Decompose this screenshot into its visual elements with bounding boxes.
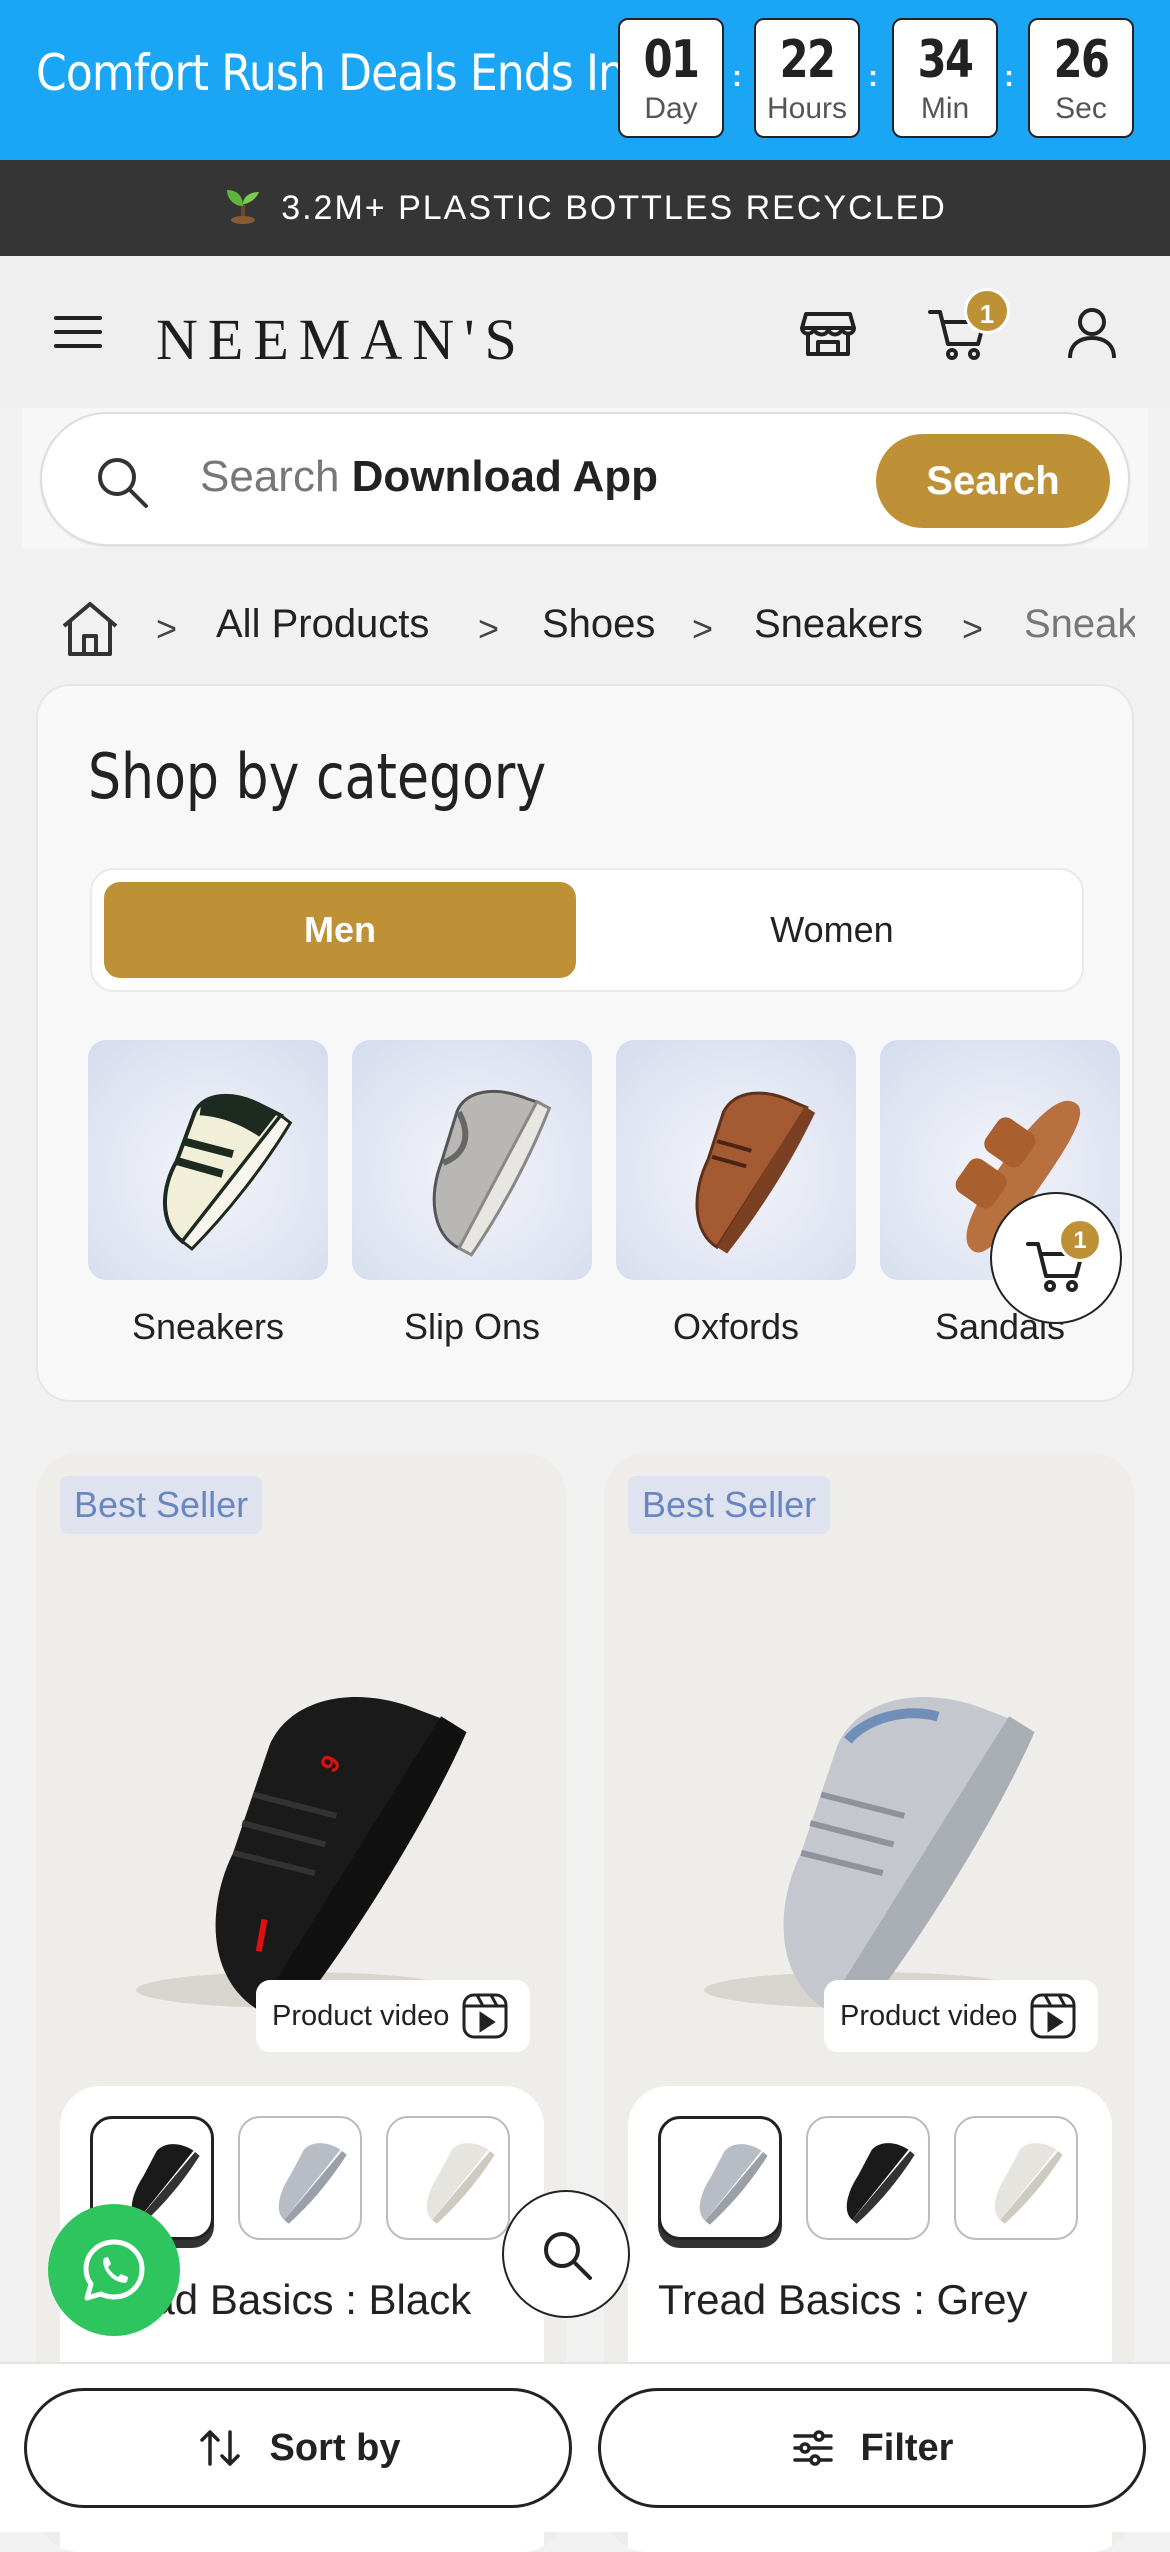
filter-icon (792, 2430, 833, 2466)
bottom-action-bar: Sort by Filter (0, 2362, 1170, 2532)
color-swatch-grey[interactable] (238, 2116, 362, 2240)
tab-men[interactable]: Men (104, 882, 576, 978)
play-video-icon (462, 1993, 508, 2039)
sneaker-image (88, 1040, 328, 1280)
countdown-separator: : (732, 60, 742, 93)
sort-button[interactable]: Sort by (24, 2388, 572, 2508)
countdown-seconds-value: 26 (1053, 30, 1110, 90)
category-label: Slip Ons (403, 1306, 541, 1347)
countdown-seconds-unit: Sec (1055, 92, 1107, 125)
breadcrumb-item-current: Sneakers (1024, 602, 1135, 646)
category-item-sneakers[interactable]: Sneakers (88, 1040, 328, 1348)
breadcrumb-separator: > (478, 608, 500, 649)
tab-women[interactable]: Women (592, 882, 1072, 978)
countdown-seconds: 26 Sec (1028, 18, 1134, 138)
best-seller-badge: Best Seller (628, 1476, 831, 1534)
category-item-oxfords[interactable]: Oxfords (616, 1040, 856, 1348)
eco-announcement: 3.2M+ PLASTIC BOTTLES RECYCLED (0, 160, 1170, 256)
site-header: NEEMAN'S 1 (0, 256, 1170, 408)
countdown-title: Comfort Rush Deals Ends In: (36, 44, 640, 102)
breadcrumb-separator: > (692, 608, 714, 649)
countdown-minutes-unit: Min (920, 92, 970, 125)
oxford-image (616, 1040, 856, 1280)
search-button[interactable]: Search (876, 434, 1110, 528)
play-video-icon (1030, 1993, 1076, 2039)
search-icon (92, 452, 152, 517)
menu-icon[interactable] (46, 300, 110, 364)
countdown-days-value: 01 (643, 30, 700, 90)
gender-toggle: Men Women (90, 868, 1084, 992)
breadcrumb-separator: > (156, 608, 178, 649)
countdown-hours-value: 22 (779, 30, 836, 90)
user-icon[interactable] (1060, 300, 1124, 364)
brand-logo[interactable]: NEEMAN'S (156, 306, 527, 373)
search-suggestion: Download App (351, 452, 658, 501)
home-icon[interactable] (58, 596, 122, 665)
whatsapp-icon (80, 2236, 148, 2309)
breadcrumb-item[interactable]: Shoes (542, 602, 655, 647)
floating-cart-button[interactable]: 1 (990, 1192, 1122, 1324)
countdown-days: 01 Day (618, 18, 724, 138)
whatsapp-button[interactable] (48, 2204, 180, 2336)
countdown-days-unit: Day (644, 92, 698, 125)
countdown-banner: Comfort Rush Deals Ends In: 01 Day : 22 … (0, 0, 1170, 160)
breadcrumb-item[interactable]: All Products (216, 602, 429, 647)
filter-label: Filter (860, 2426, 954, 2469)
sort-icon (199, 2430, 240, 2466)
floating-search-button[interactable] (502, 2190, 630, 2318)
sort-label: Sort by (269, 2426, 401, 2469)
best-seller-badge: Best Seller (60, 1476, 263, 1534)
product-video-button[interactable]: Product video (256, 1980, 530, 2052)
store-icon[interactable] (796, 300, 860, 364)
breadcrumb: > All Products > Shoes > Sneakers > Snea… (0, 572, 1135, 688)
breadcrumb-item[interactable]: Sneakers (754, 602, 923, 647)
sprout-icon (223, 184, 263, 233)
search-bar[interactable]: Search Download App Search (40, 412, 1130, 546)
breadcrumb-separator: > (962, 608, 984, 649)
search-section: Search Download App Search (22, 408, 1148, 548)
product-video-label: Product video (840, 1999, 1018, 2032)
category-section: Shop by category Men Women Sneakers Slip… (36, 684, 1134, 1402)
floating-cart-count: 1 (1058, 1218, 1102, 1262)
cart-count-badge: 1 (964, 288, 1010, 334)
search-icon (538, 2226, 596, 2289)
countdown-hours: 22 Hours (754, 18, 860, 138)
countdown-separator: : (1004, 60, 1014, 93)
category-label: Sneakers (131, 1306, 285, 1347)
countdown-minutes: 34 Min (892, 18, 998, 138)
color-swatch-white[interactable] (386, 2116, 510, 2240)
color-swatch-white[interactable] (954, 2116, 1078, 2240)
color-swatch-black[interactable] (806, 2116, 930, 2240)
product-video-label: Product video (272, 1999, 450, 2032)
search-placeholder: Search (200, 452, 340, 501)
filter-button[interactable]: Filter (598, 2388, 1146, 2508)
countdown-hours-unit: Hours (766, 92, 848, 125)
product-name[interactable]: Tread Basics : Grey (658, 2276, 1028, 2324)
color-swatch-grey[interactable] (658, 2116, 782, 2240)
countdown-separator: : (868, 60, 878, 93)
countdown-minutes-value: 34 (917, 30, 974, 90)
category-label: Oxfords (672, 1306, 800, 1347)
slip-on-image (352, 1040, 592, 1280)
category-title: Shop by category (88, 740, 547, 813)
category-item-slip-ons[interactable]: Slip Ons (352, 1040, 592, 1348)
search-input[interactable]: Search Download App (200, 452, 658, 502)
product-video-button[interactable]: Product video (824, 1980, 1098, 2052)
eco-text: 3.2M+ PLASTIC BOTTLES RECYCLED (281, 188, 947, 227)
